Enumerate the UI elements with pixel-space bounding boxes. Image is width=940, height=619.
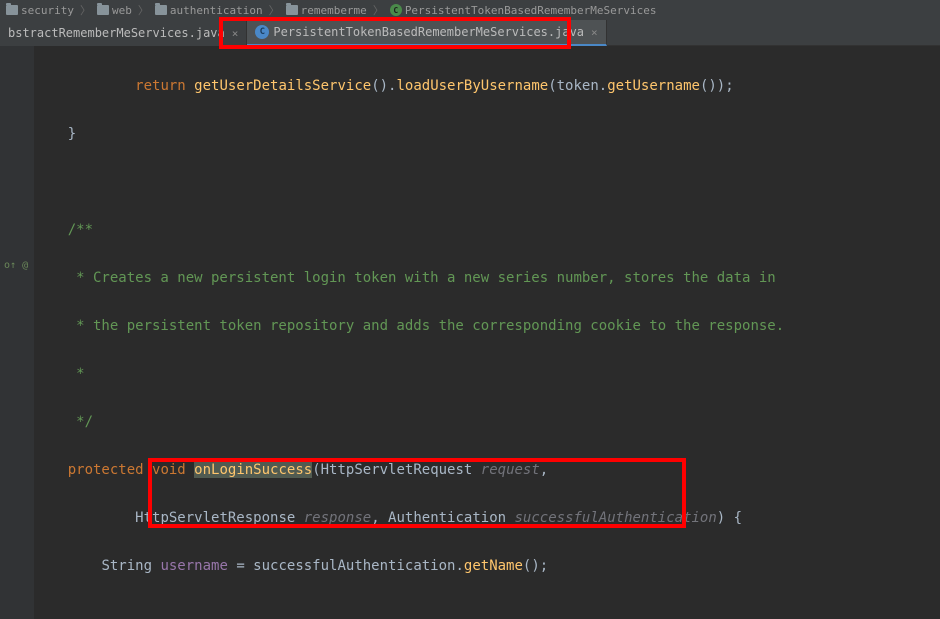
code-line: /**	[34, 218, 940, 242]
chevron-right-icon: 〉	[269, 2, 280, 18]
param: request	[481, 462, 540, 478]
kw-void: void	[152, 462, 186, 478]
tab-label: bstractRememberMeServices.java	[8, 26, 225, 40]
java-class-icon: C	[255, 25, 269, 39]
breadcrumb-label: web	[112, 4, 132, 17]
breadcrumb-label: security	[21, 4, 74, 17]
chevron-right-icon: 〉	[138, 2, 149, 18]
breadcrumb-item[interactable]: web	[97, 4, 132, 17]
breadcrumb-label: authentication	[170, 4, 263, 17]
code-line: HttpServletResponse response, Authentica…	[34, 506, 940, 530]
comment: * the persistent token repository and ad…	[34, 318, 784, 334]
breadcrumb-item[interactable]: CPersistentTokenBasedRememberMeServices	[390, 4, 657, 17]
breadcrumb-label: rememberme	[301, 4, 367, 17]
breadcrumb-item[interactable]: rememberme	[286, 4, 367, 17]
folder-icon	[6, 5, 18, 15]
param: response	[304, 510, 371, 526]
breadcrumb-item[interactable]: authentication	[155, 4, 263, 17]
tab-persistent-services[interactable]: C PersistentTokenBasedRememberMeServices…	[247, 20, 606, 46]
breadcrumb-item[interactable]: security	[6, 4, 74, 17]
method-decl: onLoginSuccess	[194, 462, 312, 478]
close-icon[interactable]: ×	[232, 27, 239, 40]
comment: *	[34, 366, 85, 382]
code-line: */	[34, 410, 940, 434]
code-text: ().	[371, 78, 396, 94]
method-call: getUsername	[607, 78, 700, 94]
kw-protected: protected	[68, 462, 144, 478]
code-line: protected void onLoginSuccess(HttpServle…	[34, 458, 940, 482]
comment: * Creates a new persistent login token w…	[34, 270, 776, 286]
tab-label: PersistentTokenBasedRememberMeServices.j…	[273, 25, 584, 39]
type: HttpServletResponse	[135, 510, 295, 526]
code-line	[34, 170, 940, 194]
code-text: ,	[540, 462, 548, 478]
code-line: }	[34, 122, 940, 146]
folder-icon	[286, 5, 298, 15]
code-line: return getUserDetailsService().loadUserB…	[34, 74, 940, 98]
code-line: * the persistent token repository and ad…	[34, 314, 940, 338]
folder-icon	[155, 5, 167, 15]
editor[interactable]: o↑ @ return getUserDetailsService().load…	[0, 46, 940, 619]
chevron-right-icon: 〉	[373, 2, 384, 18]
gutter-override-icon[interactable]: o↑ @	[4, 260, 28, 271]
gutter-mark-label: @	[22, 260, 28, 271]
breadcrumb: security 〉 web 〉 authentication 〉 rememb…	[0, 0, 940, 20]
code-text: ,	[371, 510, 388, 526]
code-line	[34, 602, 940, 619]
method-call: loadUserByUsername	[396, 78, 548, 94]
comment: */	[34, 414, 93, 430]
param: successfulAuthentication	[515, 510, 717, 526]
breadcrumb-label: PersistentTokenBasedRememberMeServices	[405, 4, 657, 17]
type: HttpServletRequest	[321, 462, 473, 478]
tab-abstract-services[interactable]: bstractRememberMeServices.java ×	[0, 20, 247, 46]
gutter: o↑ @	[0, 46, 34, 619]
code-line: * Creates a new persistent login token w…	[34, 266, 940, 290]
chevron-right-icon: 〉	[80, 2, 91, 18]
close-icon[interactable]: ×	[591, 26, 598, 39]
code-area[interactable]: return getUserDetailsService().loadUserB…	[34, 46, 940, 619]
type: String	[101, 558, 152, 574]
code-text: ) {	[717, 510, 742, 526]
kw-return: return	[135, 78, 186, 94]
var: username	[160, 558, 227, 574]
comment: /**	[34, 222, 93, 238]
folder-icon	[97, 5, 109, 15]
type: Authentication	[388, 510, 506, 526]
tab-bar: bstractRememberMeServices.java × C Persi…	[0, 20, 940, 46]
class-icon: C	[390, 4, 402, 16]
method-call: getName	[464, 558, 523, 574]
code-text: = successfulAuthentication.	[228, 558, 464, 574]
code-text: ();	[523, 558, 548, 574]
code-text: ());	[700, 78, 734, 94]
code-line: String username = successfulAuthenticati…	[34, 554, 940, 578]
code-text: (	[312, 462, 320, 478]
method-call: getUserDetailsService	[194, 78, 371, 94]
code-text: (token.	[548, 78, 607, 94]
code-line: *	[34, 362, 940, 386]
